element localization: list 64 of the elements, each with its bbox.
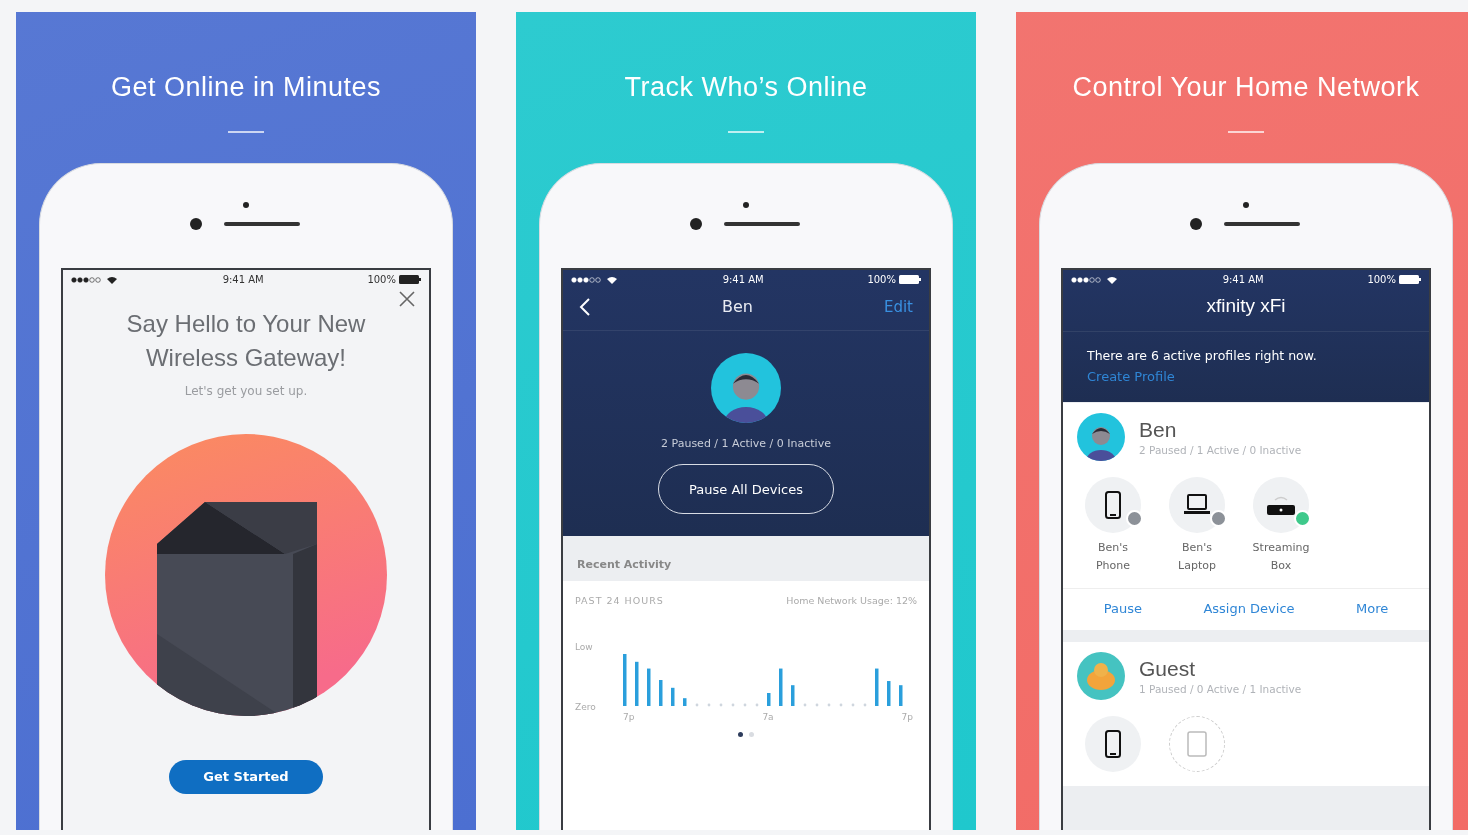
device-label: Ben's Phone xyxy=(1094,540,1132,574)
panel-title: Get Online in Minutes xyxy=(110,72,382,103)
create-profile-link[interactable]: Create Profile xyxy=(1087,369,1405,384)
device-summary: 1 Paused / 0 Active / 1 Inactive xyxy=(1139,683,1302,696)
phone-camera-icon xyxy=(1243,202,1249,208)
status-time: 9:41 AM xyxy=(722,274,764,285)
device-label: Ben's Laptop xyxy=(1177,540,1217,574)
profile-name: Ben xyxy=(1139,418,1178,442)
device-summary: 2 Paused / 1 Active / 0 Inactive xyxy=(1139,444,1302,456)
section-heading: Recent Activity xyxy=(563,536,929,581)
page-dot[interactable] xyxy=(738,732,743,737)
welcome-heading: Say Hello to Your New Wireless Gateway! xyxy=(125,309,367,373)
panel-title: Control Your Home Network xyxy=(1072,72,1420,103)
phone-speaker-icon xyxy=(190,218,302,230)
edit-link[interactable]: Edit xyxy=(883,297,913,316)
avatar-icon xyxy=(1077,413,1125,461)
phone-icon xyxy=(1105,730,1121,759)
app-logo: xfinity xFi xyxy=(1063,289,1429,332)
phone-icon xyxy=(1105,491,1121,519)
usage-label: Home Network Usage: 12% xyxy=(786,595,917,606)
back-icon[interactable] xyxy=(579,297,591,316)
phone-camera-icon xyxy=(743,202,749,208)
phone-camera-icon xyxy=(243,202,249,208)
signal-wifi-icon xyxy=(1071,274,1119,285)
active-profiles-message: There are 6 active profiles right now. xyxy=(1087,348,1318,363)
period-label: PAST 24 HOURS xyxy=(575,595,664,606)
streaming-box-icon xyxy=(1266,494,1296,516)
battery-icon xyxy=(399,275,421,284)
get-started-button[interactable]: Get Started xyxy=(169,760,323,795)
axis-label: 7p xyxy=(623,712,635,722)
profile-name: Guest xyxy=(1139,657,1197,682)
axis-label: 7p xyxy=(901,712,913,722)
page-dot[interactable] xyxy=(749,732,754,737)
axis-label: Low xyxy=(575,642,594,652)
battery-icon xyxy=(899,275,921,284)
battery-percent: 100% xyxy=(867,274,896,285)
phone-speaker-icon xyxy=(690,218,802,230)
axis-label: 7a xyxy=(762,712,774,722)
close-icon[interactable] xyxy=(399,291,415,307)
device-button[interactable] xyxy=(1085,477,1141,533)
battery-percent: 100% xyxy=(1367,274,1396,285)
signal-wifi-icon xyxy=(571,274,619,285)
battery-icon xyxy=(1399,275,1421,284)
pause-all-button[interactable]: Pause All Devices xyxy=(658,464,834,514)
signal-wifi-icon xyxy=(71,274,119,285)
tablet-icon xyxy=(1187,731,1207,758)
status-time: 9:41 AM xyxy=(1222,274,1264,285)
profile-name: Ben xyxy=(722,297,753,316)
device-button[interactable] xyxy=(1169,477,1225,533)
action-link[interactable]: More xyxy=(1356,601,1389,617)
laptop-icon xyxy=(1183,494,1211,516)
welcome-subheading: Let's get you set up. xyxy=(183,384,309,399)
axis-label: Zero xyxy=(575,702,597,712)
device-button[interactable] xyxy=(1253,477,1309,533)
device-label: Streaming Box xyxy=(1251,540,1311,574)
panel-title: Track Who’s Online xyxy=(624,72,868,103)
avatar-icon xyxy=(711,353,781,423)
action-link[interactable]: Assign Device xyxy=(1203,601,1295,617)
status-time: 9:41 AM xyxy=(222,274,264,285)
action-link[interactable]: Pause xyxy=(1103,601,1142,617)
phone-speaker-icon xyxy=(1190,218,1302,230)
battery-percent: 100% xyxy=(367,274,396,285)
avatar-icon xyxy=(1077,652,1125,701)
device-summary: 2 Paused / 1 Active / 0 Inactive xyxy=(661,437,831,450)
